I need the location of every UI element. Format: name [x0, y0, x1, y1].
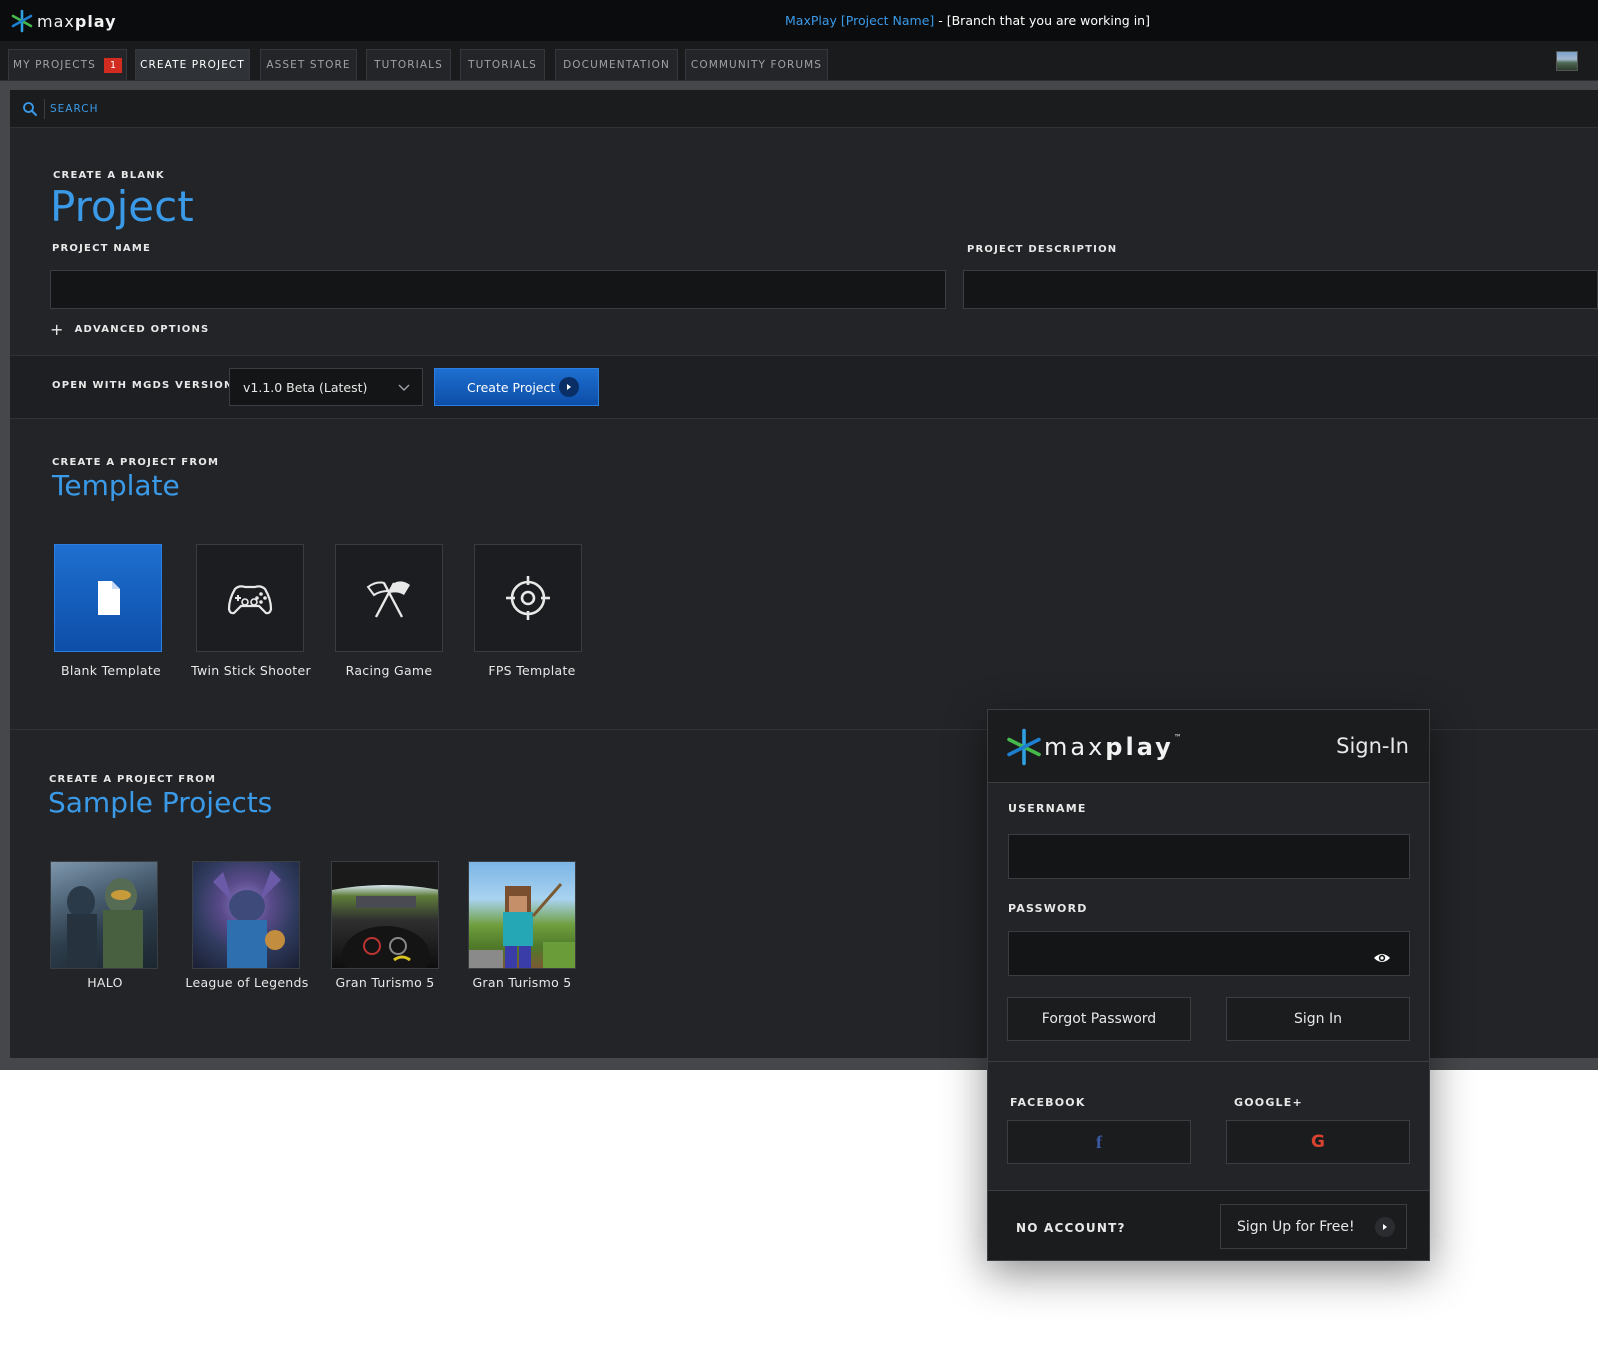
password-label: PASSWORD — [1008, 902, 1088, 915]
facebook-login-button[interactable]: f — [1007, 1120, 1191, 1164]
sign-in-divider — [988, 1061, 1429, 1062]
tab-asset-store[interactable]: ASSET STORE — [260, 49, 357, 80]
sample-gran-turismo-thumbnail[interactable] — [331, 861, 439, 969]
advanced-options-label: ADVANCED OPTIONS — [74, 324, 210, 335]
halo-artwork — [67, 878, 143, 968]
advanced-options-toggle[interactable]: + ADVANCED OPTIONS — [50, 320, 209, 339]
template-label: Blank Template — [60, 663, 162, 678]
sample-league-of-legends-thumbnail[interactable] — [192, 861, 300, 969]
minecraft-artwork — [469, 883, 575, 968]
password-input[interactable] — [1008, 931, 1410, 976]
tab-label: ASSET STORE — [266, 59, 351, 71]
section-divider — [10, 418, 1598, 419]
maxplay-star-icon — [11, 9, 33, 33]
tab-tutorials[interactable]: TUTORIALS — [366, 49, 451, 80]
crosshair-icon — [506, 576, 550, 620]
version-row: OPEN WITH MGDS VERSION v1.1.0 Beta (Late… — [10, 356, 1598, 418]
template-label: Racing Game — [345, 663, 433, 678]
no-account-label: NO ACCOUNT? — [1016, 1221, 1126, 1235]
sign-up-label: Sign Up for Free! — [1237, 1218, 1355, 1235]
template-title: Template — [52, 469, 180, 502]
google-label: GOOGLE+ — [1234, 1096, 1303, 1109]
file-icon — [98, 581, 120, 615]
project-description-input[interactable] — [963, 270, 1598, 309]
tab-bar: MY PROJECTS 1 CREATE PROJECT ASSET STORE… — [0, 41, 1598, 81]
blank-eyebrow: CREATE A BLANK — [53, 170, 165, 181]
template-racing-game[interactable] — [335, 544, 443, 652]
tab-community-forums[interactable]: COMMUNITY FORUMS — [685, 49, 828, 80]
sign-in-logo: maxplay™ — [1006, 728, 1182, 766]
branch-title: - [Branch that you are working in] — [934, 13, 1150, 28]
selected-version: v1.1.0 Beta (Latest) — [243, 379, 368, 395]
tab-label: TUTORIALS — [468, 59, 537, 71]
tab-documentation[interactable]: DOCUMENTATION — [555, 49, 678, 80]
tab-my-projects[interactable]: MY PROJECTS 1 — [8, 49, 127, 80]
sign-in-header: maxplay™ Sign-In — [988, 710, 1429, 783]
notification-badge: 1 — [103, 57, 122, 73]
tab-label: CREATE PROJECT — [140, 59, 245, 71]
league-artwork — [213, 870, 285, 968]
tab-tutorials-2[interactable]: TUTORIALS — [460, 49, 545, 80]
logo-text: maxplay — [37, 11, 117, 31]
plus-icon: + — [50, 320, 65, 339]
project-description-label: PROJECT DESCRIPTION — [967, 244, 1118, 255]
sign-in-logo-text: maxplay™ — [1044, 733, 1182, 761]
window-title: MaxPlay [Project Name] - [Branch that yo… — [785, 13, 1150, 28]
app-logo: maxplay — [10, 9, 117, 33]
google-icon: G — [1311, 1132, 1325, 1152]
title-bar: maxplay MaxPlay [Project Name] - [Branch… — [0, 0, 1598, 41]
facebook-label: FACEBOOK — [1010, 1096, 1086, 1109]
chevron-down-icon — [398, 384, 410, 391]
sample-label: League of Legends — [185, 975, 309, 990]
sign-up-button[interactable]: Sign Up for Free! — [1220, 1204, 1407, 1249]
create-project-button[interactable]: Create Project — [434, 368, 599, 406]
sample-label: Gran Turismo 5 — [335, 975, 435, 990]
username-input[interactable] — [1008, 834, 1410, 879]
samples-eyebrow: CREATE A PROJECT FROM — [49, 774, 217, 785]
username-label: USERNAME — [1008, 802, 1087, 815]
template-label: FPS Template — [488, 663, 576, 678]
search-input[interactable] — [50, 99, 650, 119]
project-name-title: MaxPlay [Project Name] — [785, 13, 935, 28]
project-name-input[interactable] — [50, 270, 946, 309]
template-eyebrow: CREATE A PROJECT FROM — [52, 457, 220, 468]
sign-in-button[interactable]: Sign In — [1226, 997, 1410, 1041]
tab-create-project[interactable]: CREATE PROJECT — [135, 49, 250, 80]
template-label: Twin Stick Shooter — [191, 663, 311, 678]
template-blank[interactable] — [54, 544, 162, 652]
facebook-icon: f — [1096, 1131, 1102, 1152]
blank-title: Project — [50, 182, 194, 231]
eye-icon[interactable] — [1373, 951, 1391, 965]
search-bar — [10, 90, 1598, 128]
samples-title: Sample Projects — [48, 786, 273, 819]
tab-label: MY PROJECTS — [13, 59, 96, 71]
search-icon[interactable] — [22, 101, 38, 117]
tab-label: TUTORIALS — [374, 59, 443, 71]
sign-in-title: Sign-In — [1336, 734, 1409, 758]
tab-label: COMMUNITY FORUMS — [690, 59, 823, 71]
template-fps[interactable] — [474, 544, 582, 652]
template-twin-stick-shooter[interactable] — [196, 544, 304, 652]
sign-up-footer: NO ACCOUNT? Sign Up for Free! — [988, 1190, 1429, 1260]
sample-halo-thumbnail[interactable] — [50, 861, 158, 969]
sample-label: Gran Turismo 5 — [472, 975, 572, 990]
search-divider — [44, 99, 45, 119]
forgot-password-button[interactable]: Forgot Password — [1007, 997, 1191, 1041]
maxplay-star-icon — [1007, 728, 1041, 766]
google-login-button[interactable]: G — [1226, 1120, 1410, 1164]
mgds-version-label: OPEN WITH MGDS VERSION — [52, 380, 234, 391]
racing-flags-icon — [366, 581, 410, 618]
gamepad-icon — [227, 585, 273, 615]
gran-turismo-artwork — [332, 862, 438, 968]
project-name-label: PROJECT NAME — [52, 243, 152, 254]
arrow-right-icon — [559, 377, 579, 397]
sample-label: HALO — [87, 975, 123, 990]
arrow-right-icon — [1375, 1217, 1395, 1237]
create-project-label: Create Project — [467, 379, 556, 395]
user-avatar[interactable] — [1556, 51, 1578, 71]
tab-label: DOCUMENTATION — [563, 59, 670, 71]
sign-in-dialog: maxplay™ Sign-In USERNAME PASSWORD Forgo… — [987, 709, 1430, 1261]
mgds-version-select[interactable]: v1.1.0 Beta (Latest) — [229, 368, 423, 406]
sample-gran-turismo-2-thumbnail[interactable] — [468, 861, 576, 969]
